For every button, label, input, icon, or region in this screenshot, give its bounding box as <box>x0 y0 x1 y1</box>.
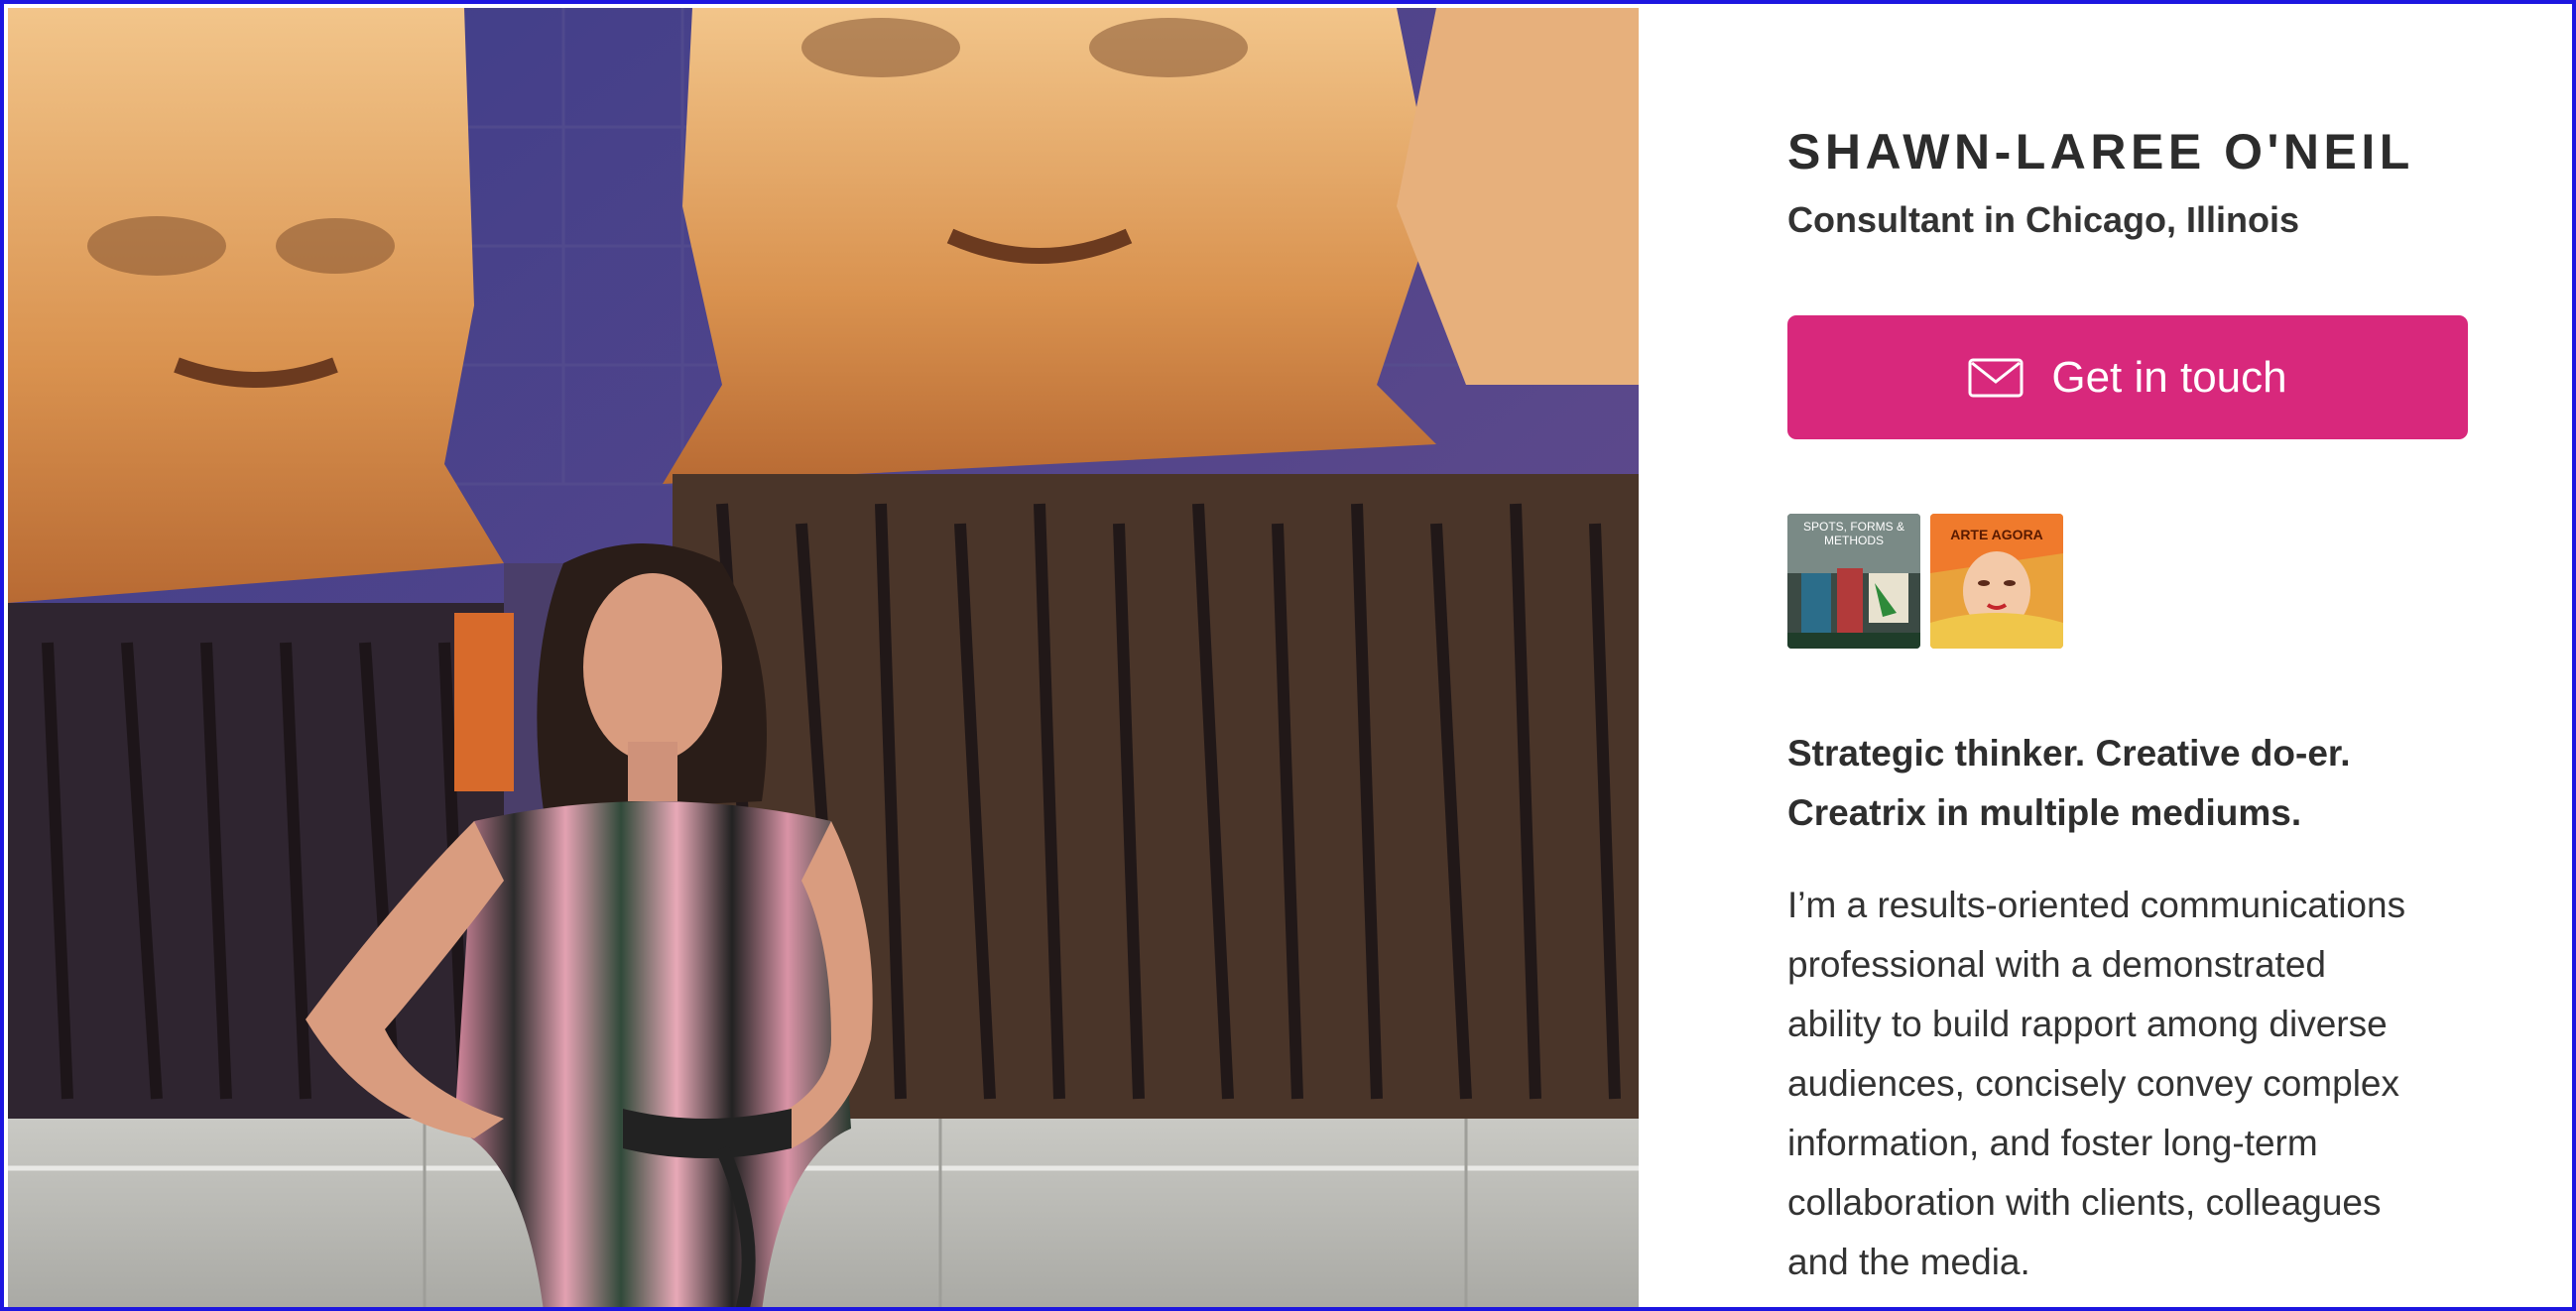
bio-line: professional with a demonstrated <box>1787 944 2326 985</box>
bio-line: audiences, concisely convey complex <box>1787 1063 2399 1104</box>
profile-tagline: Strategic thinker. Creative do-er. Creat… <box>1787 724 2502 843</box>
hero-mural-illustration <box>8 8 1639 1307</box>
bio-line: ability to build rapport among diverse <box>1787 1004 2388 1044</box>
project-thumbnail[interactable]: SPOTS, FORMS & METHODS <box>1787 514 1920 649</box>
profile-bio: I’m a results-oriented communications pr… <box>1787 876 2512 1292</box>
project-thumbnail-image <box>1787 514 1920 649</box>
profile-hero-photo <box>8 8 1639 1307</box>
profile-name: SHAWN-LAREE O'NEIL <box>1787 124 2414 179</box>
envelope-icon <box>1968 358 2024 397</box>
get-in-touch-label: Get in touch <box>2051 352 2287 402</box>
profile-subtitle: Consultant in Chicago, Illinois <box>1787 199 2300 240</box>
profile-panel: SHAWN-LAREE O'NEIL Consultant in Chicago… <box>1639 8 2572 1307</box>
project-thumbnail[interactable]: ARTE AGORA <box>1930 514 2063 649</box>
project-thumbnail-image <box>1930 514 2063 649</box>
bio-line: I’m a results-oriented communications <box>1787 885 2406 925</box>
page-frame: SHAWN-LAREE O'NEIL Consultant in Chicago… <box>0 0 2576 1311</box>
project-thumbnails: SPOTS, FORMS & METHODS ARTE AGORA <box>1787 514 2063 649</box>
bio-line: collaboration with clients, colleagues <box>1787 1182 2382 1223</box>
tagline-line: Creatrix in multiple mediums. <box>1787 792 2302 833</box>
get-in-touch-button[interactable]: Get in touch <box>1787 315 2468 439</box>
bio-line: information, and foster long-term <box>1787 1123 2318 1163</box>
tagline-line: Strategic thinker. Creative do-er. <box>1787 733 2351 774</box>
bio-line: and the media. <box>1787 1242 2030 1282</box>
